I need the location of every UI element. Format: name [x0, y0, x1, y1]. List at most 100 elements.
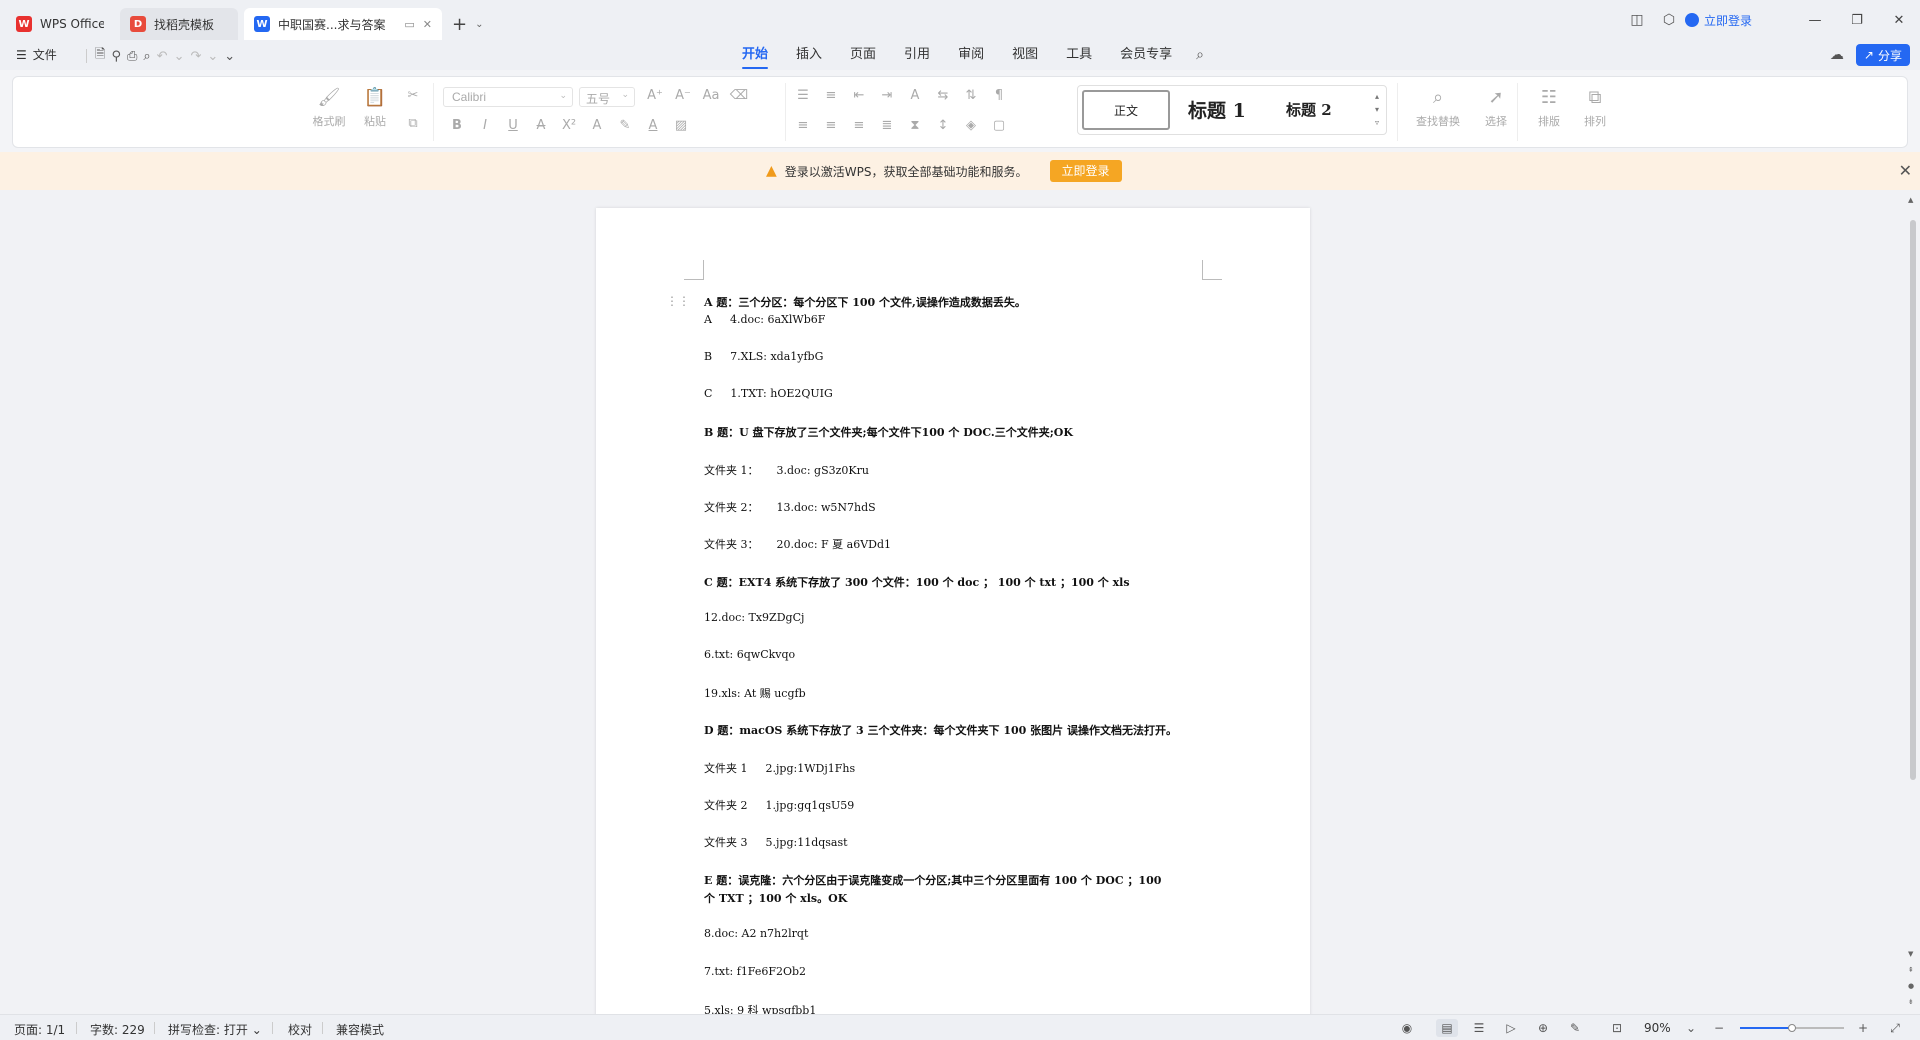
document-heading[interactable]: 个 TXT ；100 个 xls。OK	[704, 890, 847, 906]
spell-check[interactable]: 拼写检查: 打开 ⌄	[168, 1021, 262, 1038]
scroll-down-icon[interactable]: ▼	[1908, 950, 1913, 958]
document-heading[interactable]: C 题：EXT4 系统下存放了 300 个文件：100 个 doc ； 100 …	[704, 574, 1130, 590]
line-spacing-icon[interactable]: ↕	[929, 115, 957, 137]
decrease-indent-icon[interactable]: ⇤	[845, 85, 873, 107]
print-icon[interactable]: ⎙	[127, 49, 137, 64]
text-effect-icon[interactable]: A	[583, 115, 611, 137]
tab-member[interactable]: 会员专享	[1106, 40, 1186, 70]
document-line[interactable]: C 1.TXT: hOE2QUIG	[704, 387, 833, 400]
monitor-icon[interactable]: ▭	[404, 18, 414, 31]
text-direction-icon[interactable]: ⇆	[929, 85, 957, 107]
change-case-icon[interactable]: Aa	[697, 85, 725, 107]
next-page-icon[interactable]: ⇟	[1908, 998, 1914, 1006]
scroll-up-icon[interactable]: ▲	[1908, 196, 1913, 204]
arrange-button[interactable]: ⧉ 排列	[1573, 85, 1617, 129]
document-heading[interactable]: D 题：macOS 系统下存放了 3 三个文件夹：每个文件夹下 100 张图片 …	[704, 722, 1177, 738]
document-heading[interactable]: B 题：U 盘下存放了三个文件夹;每个文件下100 个 DOC.三个文件夹;OK	[704, 424, 1073, 440]
zoom-level[interactable]: 90%	[1644, 1021, 1671, 1035]
italic-icon[interactable]: I	[471, 115, 499, 137]
distributed-icon[interactable]: ⧗	[901, 115, 929, 137]
shrink-font-icon[interactable]: A⁻	[669, 85, 697, 107]
layout-button[interactable]: ☷ 排版	[1527, 85, 1571, 129]
fullscreen-icon[interactable]: ⤢	[1884, 1019, 1906, 1037]
font-size-select[interactable]: 五号 ⌄	[579, 87, 635, 107]
document-line[interactable]: 5.xls: 9 科 wpsgfbb1	[704, 1002, 816, 1014]
undo-dropdown-icon[interactable]: ⌄	[174, 49, 185, 64]
link-icon[interactable]: ⚲	[111, 49, 121, 64]
print-preview-icon[interactable]: ⌕	[143, 49, 150, 64]
document-heading[interactable]: E 题：误克隆：六个分区由于误克隆变成一个分区;其中三个分区里面有 100 个 …	[704, 872, 1161, 888]
document-line[interactable]: 文件夹 1 2.jpg:1WDj1Fhs	[704, 760, 855, 776]
document-line[interactable]: B 7.XLS: xda1yfbG	[704, 350, 823, 363]
search-icon[interactable]: ⌕	[1186, 47, 1214, 63]
document-line[interactable]: A 4.doc: 6aXlWb6F	[704, 313, 825, 326]
numbered-list-icon[interactable]: ≡	[817, 85, 845, 107]
clear-format-icon[interactable]: ⌫	[725, 85, 753, 107]
align-left-icon[interactable]: ≡	[789, 115, 817, 137]
document-line[interactable]: 文件夹 2： 13.doc: w5N7hdS	[704, 499, 876, 515]
close-tab-icon[interactable]: ✕	[423, 18, 432, 31]
align-right-icon[interactable]: ≡	[845, 115, 873, 137]
login-link[interactable]: 立即登录	[1684, 12, 1752, 29]
restore-icon[interactable]: ❐	[1836, 13, 1878, 28]
document-line[interactable]: 12.doc: Tx9ZDgCj	[704, 611, 804, 624]
bold-icon[interactable]: B	[443, 115, 471, 137]
cube-icon[interactable]: ⬡	[1653, 12, 1685, 28]
tab-tools[interactable]: 工具	[1052, 40, 1106, 70]
word-count[interactable]: 字数: 229	[90, 1021, 145, 1038]
sort-icon[interactable]: ⇅	[957, 85, 985, 107]
tab-home[interactable]: 开始	[728, 40, 782, 70]
show-marks-icon[interactable]: ¶	[985, 85, 1013, 107]
superscript-icon[interactable]: X²	[555, 115, 583, 137]
expand-icon[interactable]: ▿	[1372, 116, 1382, 129]
file-menu[interactable]: ☰ 文件	[16, 46, 57, 63]
web-view-icon[interactable]: ⊕	[1532, 1019, 1554, 1037]
pen-icon[interactable]: ✎	[1564, 1019, 1586, 1037]
chevron-up-icon[interactable]: ▴	[1372, 90, 1382, 103]
document-page[interactable]: ⋮⋮ A 题：三个分区：每个分区下 100 个文件,误操作造成数据丢失。 A 4.d…	[596, 208, 1310, 1014]
document-line[interactable]: 文件夹 3 5.jpg:11dqsast	[704, 834, 848, 850]
bullet-list-icon[interactable]: ☰	[789, 85, 817, 107]
document-heading[interactable]: A 题：三个分区：每个分区下 100 个文件,误操作造成数据丢失。	[704, 294, 1026, 310]
document-line[interactable]: 文件夹 2 1.jpg:gq1qsU59	[704, 797, 854, 813]
strikethrough-icon[interactable]: A	[527, 115, 555, 137]
highlight-icon[interactable]: ✎	[611, 115, 639, 137]
eye-protect-icon[interactable]: ◉	[1396, 1019, 1418, 1037]
vertical-scrollbar[interactable]: ▲ ▼ ⇞ ● ⇟	[1906, 190, 1920, 1014]
shading-icon[interactable]: ◈	[957, 115, 985, 137]
tab-document[interactable]: W 中职国赛...求与答案 ▭ ✕	[244, 8, 442, 40]
select-button[interactable]: ➚ 选择	[1473, 85, 1519, 129]
zoom-in-icon[interactable]: +	[1852, 1019, 1874, 1037]
share-button[interactable]: ↗ 分享	[1855, 44, 1910, 66]
new-tab-icon[interactable]: +	[452, 14, 467, 35]
tab-view[interactable]: 视图	[998, 40, 1052, 70]
format-painter-button[interactable]: 🖌 格式刷	[309, 85, 349, 129]
document-line[interactable]: 6.txt: 6qwCkvqo	[704, 648, 795, 661]
align-center-icon[interactable]: ≡	[817, 115, 845, 137]
font-name-select[interactable]: Calibri ⌄	[443, 87, 573, 107]
font-color-icon[interactable]: A	[639, 115, 667, 137]
document-line[interactable]: 文件夹 1： 3.doc: gS3z0Kru	[704, 462, 869, 478]
chevron-down-icon[interactable]: ⌄	[475, 19, 483, 30]
play-icon[interactable]: ▷	[1500, 1019, 1522, 1037]
notice-login-button[interactable]: 立即登录	[1049, 160, 1122, 182]
borders-icon[interactable]: ▢	[985, 115, 1013, 137]
zoom-knob[interactable]	[1788, 1024, 1796, 1032]
scroll-thumb[interactable]	[1910, 220, 1916, 780]
minimize-icon[interactable]: —	[1794, 13, 1836, 28]
chevron-down-icon[interactable]: ▾	[1372, 103, 1382, 116]
document-line[interactable]: 19.xls: At 赐 ucgfb	[704, 685, 806, 701]
tab-references[interactable]: 引用	[890, 40, 944, 70]
document-line[interactable]: 8.doc: A2 n7h2lrqt	[704, 927, 808, 940]
zoom-chevron-icon[interactable]: ⌄	[1680, 1019, 1702, 1037]
tab-template[interactable]: D 找稻壳模板	[120, 8, 238, 40]
tab-insert[interactable]: 插入	[782, 40, 836, 70]
document-line[interactable]: 文件夹 3： 20.doc: F 夏 a6VDd1	[704, 536, 891, 552]
tab-page[interactable]: 页面	[836, 40, 890, 70]
close-icon[interactable]: ✕	[1899, 161, 1912, 180]
zoom-out-icon[interactable]: −	[1708, 1019, 1730, 1037]
document-line[interactable]: 7.txt: f1Fe6F2Ob2	[704, 965, 806, 978]
increase-indent-icon[interactable]: ⇥	[873, 85, 901, 107]
cut-icon[interactable]: ✂	[399, 85, 427, 107]
undo-icon[interactable]: ↶	[157, 49, 168, 64]
